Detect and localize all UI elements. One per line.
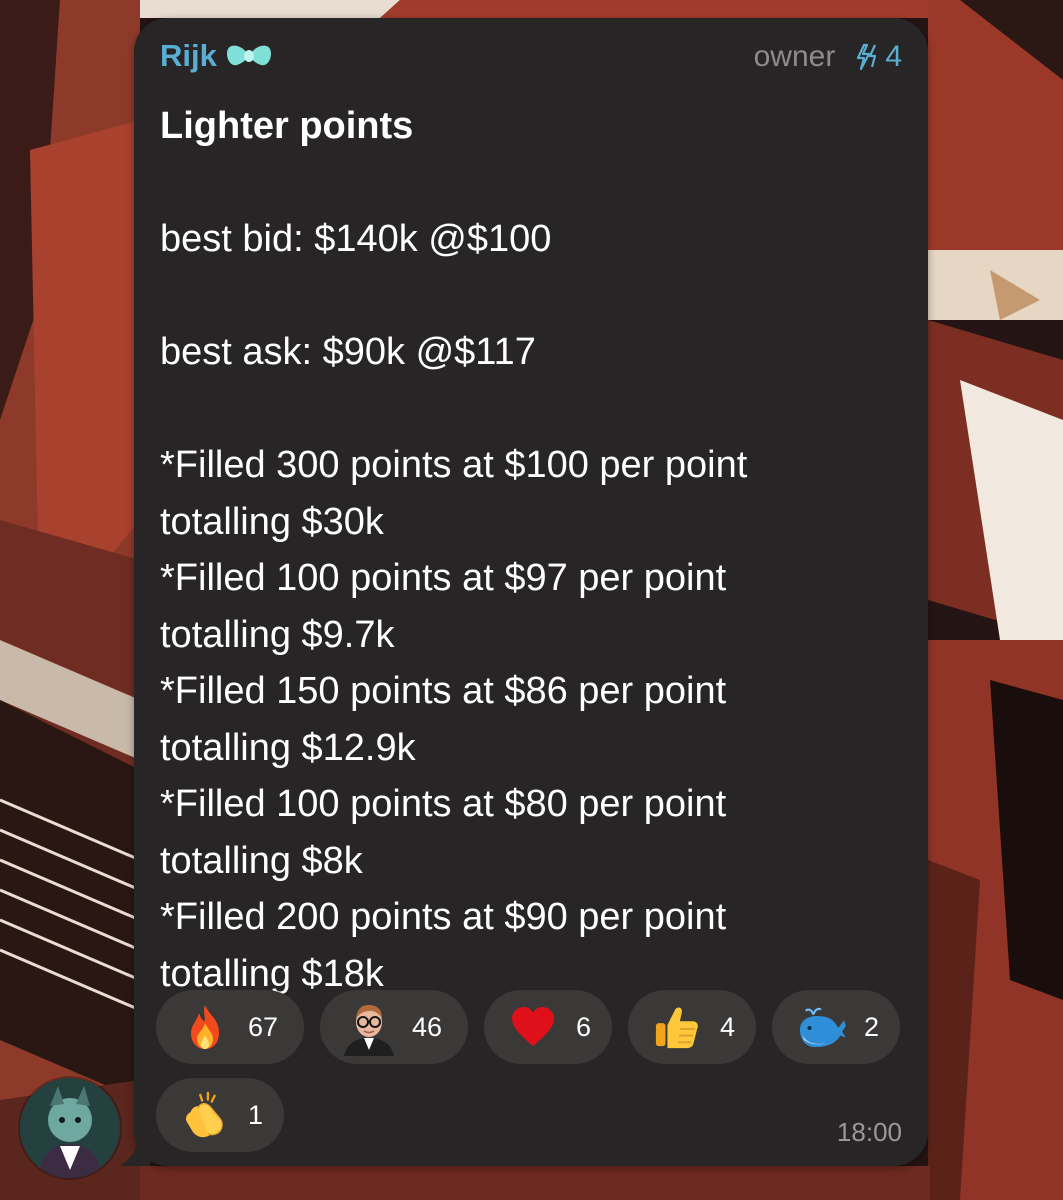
fill-total-line: totalling $30k bbox=[160, 500, 384, 543]
sender-name-text: Rijk bbox=[160, 38, 217, 73]
reaction-custom-avatar[interactable]: 46 bbox=[320, 990, 468, 1064]
best-ask-line: best ask: $90k @$117 bbox=[160, 331, 536, 373]
clapping-hands-emoji-icon bbox=[176, 1086, 234, 1144]
reaction-clap[interactable]: 1 bbox=[156, 1078, 284, 1152]
reaction-whale[interactable]: 2 bbox=[772, 990, 900, 1064]
boost-indicator[interactable]: 4 bbox=[855, 40, 902, 74]
custom-avatar-emoji-icon bbox=[340, 998, 398, 1056]
boost-lightning-icon bbox=[857, 43, 877, 71]
fill-total-line: totalling $9.7k bbox=[160, 613, 395, 656]
thumbs-up-emoji-icon bbox=[648, 998, 706, 1056]
sender-name[interactable]: Rijk bbox=[160, 38, 273, 74]
reaction-count: 1 bbox=[248, 1099, 264, 1130]
reaction-count: 46 bbox=[412, 1011, 443, 1042]
whale-emoji-icon bbox=[792, 998, 850, 1056]
boost-count: 4 bbox=[885, 40, 902, 73]
bow-emoji-icon bbox=[225, 41, 273, 71]
reaction-count: 67 bbox=[248, 1011, 279, 1042]
fill-total-line: totalling $8k bbox=[160, 839, 363, 882]
fill-line: *Filled 300 points at $100 per point bbox=[160, 444, 748, 486]
reaction-count: 4 bbox=[720, 1011, 736, 1042]
message-meta: owner 4 bbox=[754, 40, 902, 74]
fire-emoji-icon bbox=[176, 998, 234, 1056]
reaction-fire[interactable]: 67 bbox=[156, 990, 304, 1064]
sender-avatar[interactable] bbox=[20, 1078, 120, 1178]
reaction-heart[interactable]: 6 bbox=[484, 990, 612, 1064]
reaction-count: 6 bbox=[576, 1011, 592, 1042]
message-title: Lighter points bbox=[160, 105, 414, 147]
reaction-count: 2 bbox=[864, 1011, 880, 1042]
fill-line: *Filled 100 points at $97 per point bbox=[160, 557, 727, 599]
fill-line: *Filled 100 points at $80 per point bbox=[160, 783, 727, 825]
red-heart-emoji-icon bbox=[504, 998, 562, 1056]
best-bid-line: best bid: $140k @$100 bbox=[160, 218, 552, 260]
message-time: 18:00 bbox=[836, 1117, 902, 1147]
fill-line: *Filled 150 points at $86 per point bbox=[160, 670, 727, 712]
fill-total-line: totalling $12.9k bbox=[160, 726, 416, 769]
fill-line: *Filled 200 points at $90 per point bbox=[160, 896, 727, 938]
message-bubble[interactable]: Rijk owner 4 Lighter points best bid: $1… bbox=[134, 18, 928, 1166]
message-header: Rijk owner 4 bbox=[160, 38, 902, 82]
role-label: owner bbox=[753, 40, 836, 73]
message-text: Lighter points best bid: $140k @$100 bes… bbox=[160, 98, 888, 1002]
reaction-thumbs-up[interactable]: 4 bbox=[628, 990, 756, 1064]
